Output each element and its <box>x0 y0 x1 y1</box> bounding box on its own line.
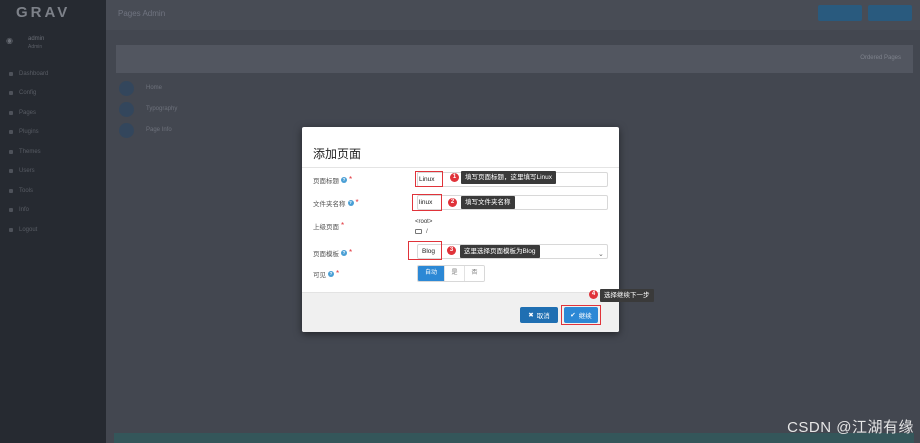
parent-label: 上级页面 * <box>313 221 345 232</box>
add-page-modal: 添加页面 页面标题 ? * Linux 1 填写页面标题，这里填写Linux 文… <box>302 127 654 332</box>
annotation-tooltip: 填写页面标题，这里填写Linux <box>461 171 557 184</box>
watermark: CSDN @江湖有缘 <box>787 419 914 436</box>
sidebar-nav: Dashboard Config Pages Plugins Themes Us… <box>0 64 106 240</box>
themes-icon <box>9 149 13 154</box>
close-icon: ✖ <box>528 312 534 319</box>
folder-icon <box>415 229 422 234</box>
sidebar: GRAV ◉ admin Admin Dashboard Config Page… <box>0 0 106 443</box>
list-item[interactable]: Page Info <box>119 120 172 140</box>
sidebar-item-users[interactable]: Users <box>0 162 106 182</box>
user-role: Admin <box>28 44 43 50</box>
config-icon <box>9 91 13 96</box>
highlight-box <box>561 305 601 325</box>
required-icon: * <box>349 248 353 257</box>
annotation-tooltip: 这里选择页面模板为Blog <box>460 245 540 258</box>
sidebar-item-logout[interactable]: Logout <box>0 220 106 240</box>
user-block[interactable]: ◉ admin Admin <box>6 34 100 54</box>
add-folder-button[interactable] <box>868 5 912 21</box>
sort-dropdown[interactable]: Ordered Pages <box>860 55 901 61</box>
step-badge: 1 <box>450 173 459 182</box>
page-icon <box>119 122 134 138</box>
page-title: Pages Admin <box>118 9 166 18</box>
page-icon <box>119 80 134 96</box>
user-icon: ◉ <box>6 36 13 45</box>
logout-icon <box>9 227 13 232</box>
app-logo: GRAV <box>16 4 71 21</box>
visible-toggle-group: 自动 是 否 <box>417 265 485 282</box>
step-badge: 4 <box>589 290 598 299</box>
user-name: admin <box>28 36 45 42</box>
required-icon: * <box>336 269 340 278</box>
help-icon[interactable]: ? <box>328 271 334 277</box>
highlight-box <box>408 241 442 260</box>
visible-option-yes[interactable]: 是 <box>444 266 464 281</box>
modal-title: 添加页面 <box>313 147 362 161</box>
step-badge: 2 <box>448 198 457 207</box>
pages-panel-header: Ordered Pages <box>116 45 913 73</box>
required-icon: * <box>349 175 353 184</box>
highlight-box <box>415 171 443 187</box>
top-bar: Pages Admin <box>106 0 920 30</box>
required-icon: * <box>355 198 359 207</box>
info-icon <box>9 208 13 213</box>
template-label: 页面模板 ? * <box>313 248 353 259</box>
plugins-icon <box>9 130 13 135</box>
dashboard-icon <box>9 71 13 76</box>
step-badge: 3 <box>447 246 456 255</box>
help-icon[interactable]: ? <box>341 250 347 256</box>
pages-icon <box>9 110 13 115</box>
sidebar-item-plugins[interactable]: Plugins <box>0 123 106 143</box>
sidebar-item-tools[interactable]: Tools <box>0 181 106 201</box>
annotation-tooltip: 选择继续下一步 <box>600 289 654 302</box>
sidebar-item-info[interactable]: Info <box>0 201 106 221</box>
visible-label: 可见 ? * <box>313 269 340 280</box>
sidebar-item-config[interactable]: Config <box>0 84 106 104</box>
help-icon[interactable]: ? <box>341 177 347 183</box>
users-icon <box>9 169 13 174</box>
help-icon[interactable]: ? <box>347 200 354 206</box>
parent-path[interactable]: / <box>415 228 428 235</box>
sidebar-item-dashboard[interactable]: Dashboard <box>0 64 106 84</box>
sidebar-item-pages[interactable]: Pages <box>0 103 106 123</box>
chevron-down-icon[interactable]: ⌄ <box>598 250 604 258</box>
visible-option-auto[interactable]: 自动 <box>418 266 444 281</box>
title-label: 页面标题 ? * <box>313 175 353 186</box>
required-icon: * <box>341 221 345 230</box>
sidebar-item-themes[interactable]: Themes <box>0 142 106 162</box>
cancel-button[interactable]: ✖ 取消 <box>520 307 558 323</box>
highlight-box <box>412 194 442 211</box>
add-page-button[interactable] <box>818 5 862 21</box>
modal-divider <box>302 167 619 168</box>
list-item[interactable]: Typography <box>119 99 177 119</box>
folder-label: 文件夹名称 ? * <box>313 198 359 209</box>
list-item[interactable]: Home <box>119 78 162 98</box>
visible-option-no[interactable]: 否 <box>464 266 484 281</box>
tools-icon <box>9 188 13 193</box>
page-icon <box>119 101 134 117</box>
parent-root[interactable]: <root> <box>415 219 432 225</box>
annotation-tooltip: 填写文件夹名称 <box>461 196 515 209</box>
